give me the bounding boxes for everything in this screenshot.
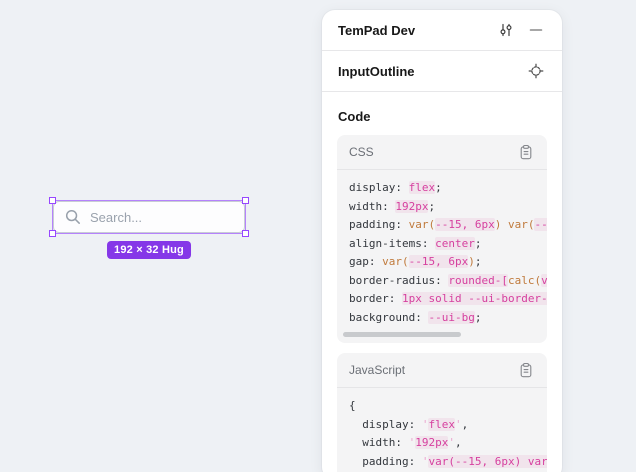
selection-handle-top-left[interactable]	[49, 197, 56, 204]
selected-element[interactable]: 192 × 32 Hug	[53, 201, 245, 233]
javascript-block-header: JavaScript	[337, 353, 547, 388]
clipboard-icon	[518, 362, 533, 379]
css-block-header: CSS	[337, 135, 547, 170]
code-line: display: flex;	[349, 179, 535, 198]
scrollbar-thumb[interactable]	[343, 332, 461, 337]
css-code[interactable]: display: flex;width: 192px;padding: var(…	[337, 170, 547, 329]
css-code-block: CSS display: flex;width: 192px;padding: …	[337, 135, 547, 343]
code-line: width: 192px;	[349, 198, 535, 217]
selected-node-row: InputOutline	[322, 51, 562, 91]
code-line: display: 'flex',	[349, 416, 535, 435]
clipboard-icon	[518, 144, 533, 161]
code-line: align-items: center;	[349, 235, 535, 254]
selected-node-name: InputOutline	[338, 64, 526, 79]
copy-css-button[interactable]	[515, 142, 535, 162]
minimize-button[interactable]	[526, 20, 546, 40]
css-block-label: CSS	[349, 145, 515, 159]
code-line: width: '192px',	[349, 434, 535, 453]
target-icon	[528, 63, 544, 79]
horizontal-scrollbar[interactable]	[343, 332, 541, 337]
code-line: background: --ui-bg;	[349, 309, 535, 328]
search-icon	[64, 208, 82, 226]
locate-node-button[interactable]	[526, 61, 546, 81]
panel-title: TemPad Dev	[338, 23, 496, 38]
javascript-code-block: JavaScript { display: 'flex', width: '19…	[337, 353, 547, 472]
selection-handle-bottom-right[interactable]	[242, 230, 249, 237]
sliders-icon	[498, 22, 514, 38]
search-input[interactable]	[90, 210, 234, 225]
copy-javascript-button[interactable]	[515, 360, 535, 380]
javascript-block-label: JavaScript	[349, 363, 515, 377]
code-line: {	[349, 397, 535, 416]
search-input-component[interactable]	[53, 201, 245, 233]
javascript-code[interactable]: { display: 'flex', width: '192px', paddi…	[337, 388, 547, 472]
code-line: border: 1px solid --ui-border-	[349, 290, 535, 309]
code-line: padding: 'var(--15, 6px) var	[349, 453, 535, 472]
code-line: border-radius: rounded-[calc(v	[349, 272, 535, 291]
code-section-heading: Code	[322, 92, 562, 135]
panel-header: TemPad Dev	[322, 10, 562, 50]
settings-button[interactable]	[496, 20, 516, 40]
selection-size-badge: 192 × 32 Hug	[107, 241, 191, 259]
selection-handle-bottom-left[interactable]	[49, 230, 56, 237]
selection-handle-top-right[interactable]	[242, 197, 249, 204]
tempad-dev-panel: TemPad Dev	[322, 10, 562, 472]
code-line: gap: var(--15, 6px);	[349, 253, 535, 272]
code-line: padding: var(--15, 6px) var(--	[349, 216, 535, 235]
minus-icon	[528, 22, 544, 38]
